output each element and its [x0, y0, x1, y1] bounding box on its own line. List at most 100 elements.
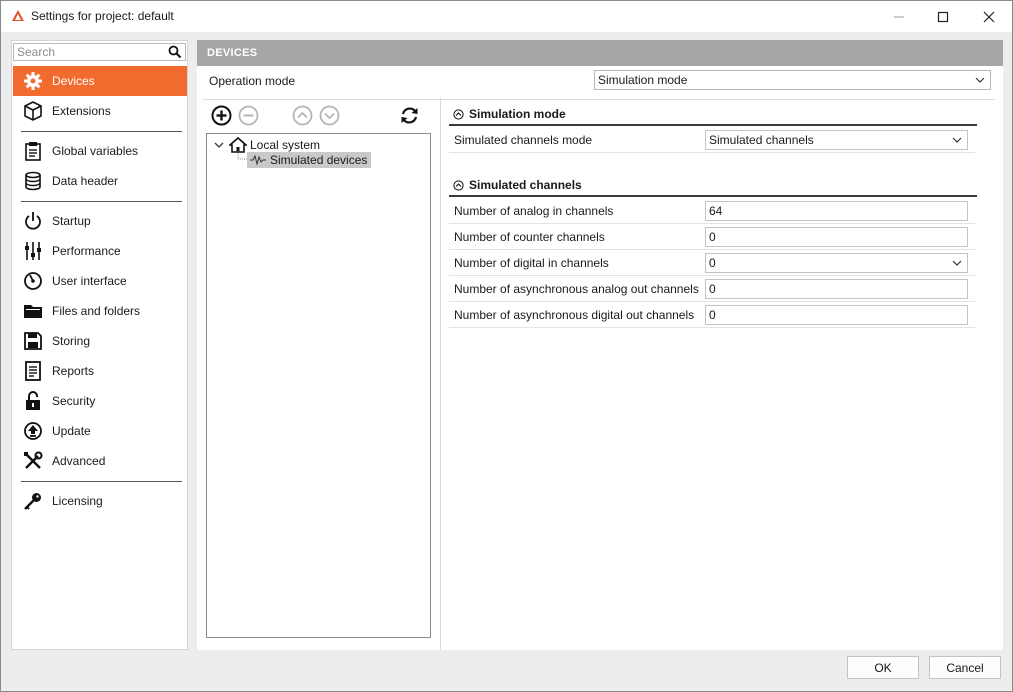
- sidebar-item-global-variables[interactable]: Global variables: [13, 136, 187, 166]
- sidebar-item-label: Extensions: [52, 104, 111, 118]
- tree-node-label: Local system: [250, 138, 321, 152]
- search-box: [13, 43, 186, 61]
- operation-mode-value: Simulation mode: [598, 73, 688, 87]
- chevron-down-icon: [975, 77, 985, 83]
- prop-value: 0: [709, 282, 716, 296]
- sidebar-item-label: Security: [52, 394, 96, 408]
- panel-header: DEVICES: [197, 40, 1003, 66]
- chevron-down-icon: [952, 137, 962, 143]
- minimize-icon: [894, 16, 904, 17]
- sidebar-item-advanced[interactable]: Advanced: [13, 446, 187, 476]
- remove-device-button[interactable]: [237, 104, 259, 126]
- sidebar-item-security[interactable]: Security: [13, 386, 187, 416]
- device-tree: Local system Simulated devices: [206, 133, 431, 638]
- section-underline: [449, 124, 977, 126]
- sidebar-item-update[interactable]: Update: [13, 416, 187, 446]
- section-simulation-mode[interactable]: Simulation mode: [453, 107, 566, 121]
- prop-value: Simulated channels: [709, 133, 814, 147]
- collapse-icon[interactable]: [453, 108, 464, 120]
- sidebar-item-reports[interactable]: Reports: [13, 356, 187, 386]
- gauge-icon: [22, 270, 44, 292]
- key-icon: [22, 490, 44, 512]
- tree-node-simulated-devices[interactable]: Simulated devices: [247, 152, 372, 168]
- sidebar-item-label: Startup: [52, 214, 91, 228]
- operation-mode-label: Operation mode: [209, 74, 296, 88]
- sidebar-item-label: Performance: [52, 244, 121, 258]
- prop-row-async-analog-out-channels: Number of asynchronous analog out channe…: [449, 276, 975, 302]
- sidebar-item-label: Files and folders: [52, 304, 141, 318]
- sidebar-item-storing[interactable]: Storing: [13, 326, 187, 356]
- counter-channels-input[interactable]: 0: [705, 227, 968, 247]
- search-input[interactable]: [14, 44, 164, 60]
- sidebar-item-files-and-folders[interactable]: Files and folders: [13, 296, 187, 326]
- sidebar-item-licensing[interactable]: Licensing: [13, 486, 187, 516]
- search-icon[interactable]: [168, 45, 182, 59]
- refresh-button[interactable]: [398, 104, 420, 126]
- sliders-icon: [22, 240, 44, 262]
- prop-value: 0: [709, 308, 716, 322]
- minimize-button[interactable]: [876, 1, 922, 32]
- clipboard-icon: [22, 140, 44, 162]
- upload-icon: [22, 420, 44, 442]
- sidebar-item-label: Licensing: [52, 494, 103, 508]
- sidebar-divider: [21, 201, 182, 202]
- waveform-icon: [250, 155, 266, 165]
- move-up-button[interactable]: [291, 104, 313, 126]
- prop-row-async-digital-out-channels: Number of asynchronous digital out chann…: [449, 302, 975, 328]
- sidebar-item-performance[interactable]: Performance: [13, 236, 187, 266]
- tools-icon: [22, 450, 44, 472]
- close-icon: [983, 11, 995, 22]
- sidebar-divider: [21, 481, 182, 482]
- sidebar-item-data-header[interactable]: Data header: [13, 166, 187, 196]
- folder-icon: [22, 300, 44, 322]
- close-button[interactable]: [966, 1, 1012, 32]
- chevron-down-icon[interactable]: [213, 139, 225, 151]
- sidebar-item-label: Devices: [52, 74, 95, 88]
- lock-icon: [22, 390, 44, 412]
- prop-label: Number of digital in channels: [454, 256, 609, 270]
- devices-panel: DEVICES Operation mode Simulation mode L…: [197, 40, 1003, 650]
- section-title-label: Simulation mode: [469, 107, 566, 121]
- section-underline: [449, 195, 977, 197]
- prop-label: Number of asynchronous digital out chann…: [454, 308, 695, 322]
- tree-node-local-system[interactable]: Local system: [213, 137, 320, 153]
- sidebar-item-label: Data header: [52, 174, 119, 188]
- cancel-button[interactable]: Cancel: [929, 656, 1001, 679]
- prop-label: Number of counter channels: [454, 230, 605, 244]
- add-device-button[interactable]: [210, 104, 232, 126]
- section-simulated-channels[interactable]: Simulated channels: [453, 178, 582, 192]
- async-analog-out-channels-input[interactable]: 0: [705, 279, 968, 299]
- minus-circle-icon: [238, 105, 258, 125]
- operation-mode-divider: [203, 99, 995, 100]
- prop-row-analog-in-channels: Number of analog in channels 64: [449, 198, 975, 224]
- collapse-icon[interactable]: [453, 179, 464, 191]
- floppy-icon: [22, 330, 44, 352]
- arrow-up-circle-icon: [292, 105, 312, 125]
- analog-in-channels-input[interactable]: 64: [705, 201, 968, 221]
- title-bar: Settings for project: default: [1, 1, 1012, 32]
- prop-label: Simulated channels mode: [454, 133, 593, 147]
- gear-icon: [22, 70, 44, 92]
- simulated-channels-mode-select[interactable]: Simulated channels: [705, 130, 968, 150]
- settings-window: Settings for project: default Search Dev…: [0, 0, 1013, 692]
- prop-row-counter-channels: Number of counter channels 0: [449, 224, 975, 250]
- async-digital-out-channels-input[interactable]: 0: [705, 305, 968, 325]
- report-icon: [22, 360, 44, 382]
- sidebar-item-user-interface[interactable]: User interface: [13, 266, 187, 296]
- section-title-label: Simulated channels: [469, 178, 582, 192]
- ok-button[interactable]: OK: [847, 656, 919, 679]
- dialog-body: Devices Extensions Global variables: [1, 32, 1012, 691]
- sidebar-item-extensions[interactable]: Extensions: [13, 96, 187, 126]
- operation-mode-select[interactable]: Simulation mode: [594, 70, 991, 90]
- sidebar-item-devices[interactable]: Devices: [13, 66, 187, 96]
- sidebar-item-label: Global variables: [52, 144, 139, 158]
- plus-circle-icon: [211, 105, 231, 125]
- maximize-button[interactable]: [920, 1, 966, 32]
- refresh-icon: [401, 107, 417, 123]
- move-down-button[interactable]: [318, 104, 340, 126]
- window-title: Settings for project: default: [31, 9, 174, 23]
- tree-node-selection: Simulated devices: [247, 152, 372, 168]
- digital-in-channels-select[interactable]: 0: [705, 253, 968, 273]
- power-icon: [22, 210, 44, 232]
- sidebar-item-startup[interactable]: Startup: [13, 206, 187, 236]
